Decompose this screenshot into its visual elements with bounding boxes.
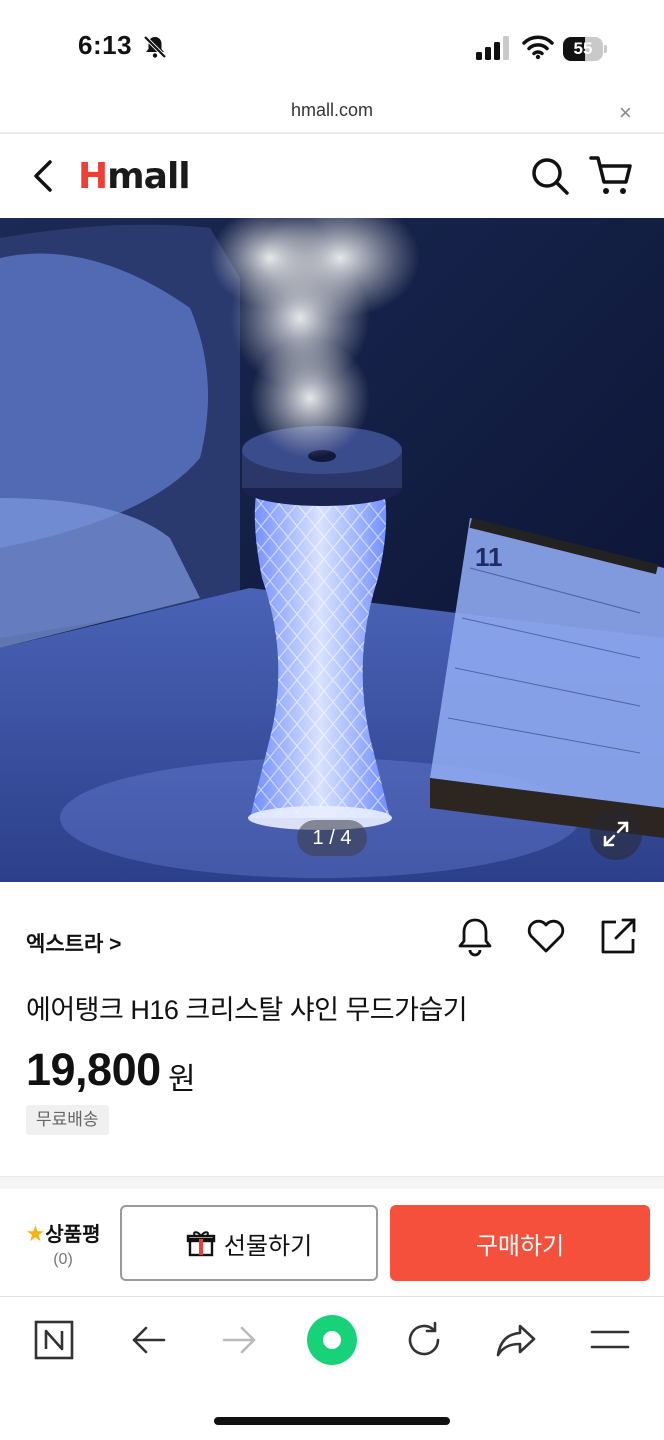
price-unit: 원	[168, 1063, 196, 1096]
back-icon[interactable]	[26, 156, 62, 196]
hmall-logo[interactable]: Hmall	[78, 156, 191, 197]
search-icon[interactable]	[528, 154, 572, 198]
bell-muted-icon	[143, 35, 167, 59]
image-pager: 1 / 4	[297, 820, 367, 856]
expand-icon[interactable]	[590, 808, 642, 860]
close-icon[interactable]: ×	[619, 100, 632, 126]
section-divider	[0, 1176, 664, 1189]
share-arrow-icon[interactable]	[494, 1318, 538, 1362]
battery-indicator: 55	[563, 37, 607, 61]
back-arrow-icon[interactable]	[126, 1318, 170, 1362]
forward-arrow-icon	[222, 1326, 256, 1354]
divider	[0, 132, 664, 134]
cart-icon[interactable]	[588, 152, 634, 198]
product-title: 에어탱크 H16 크리스탈 샤인 무드가습기	[26, 995, 468, 1025]
status-time: 6:13	[78, 30, 133, 60]
logo-h: H	[78, 156, 108, 197]
heart-icon[interactable]	[524, 914, 568, 958]
battery-percent: 55	[573, 39, 593, 58]
divider	[0, 1296, 664, 1297]
svg-text:11: 11	[475, 542, 503, 572]
humidifier-photo: 11	[0, 218, 664, 882]
review-label: 상품평	[45, 1224, 101, 1246]
signal-icon	[476, 36, 509, 60]
buy-label: 구매하기	[475, 1232, 565, 1260]
star-icon: ★	[25, 1221, 46, 1246]
product-image[interactable]: 11	[0, 218, 664, 882]
gift-icon	[186, 1231, 216, 1257]
gift-label: 선물하기	[223, 1232, 313, 1260]
share-icon[interactable]	[596, 914, 640, 958]
wifi-icon	[522, 35, 554, 60]
url-domain[interactable]: hmall.com	[0, 100, 664, 121]
shipping-badge: 무료배송	[26, 1105, 109, 1135]
review-count: (0)	[53, 1251, 73, 1268]
home-dot-icon[interactable]	[306, 1314, 358, 1366]
brand-link[interactable]: 엑스트라 >	[26, 928, 121, 958]
gift-button[interactable]: 선물하기	[120, 1205, 378, 1281]
logo-text: mall	[107, 156, 190, 197]
bell-icon[interactable]	[454, 914, 496, 958]
review-button[interactable]: ★상품평 (0)	[18, 1218, 108, 1269]
naver-n-icon[interactable]	[32, 1318, 76, 1362]
menu-icon[interactable]	[588, 1318, 632, 1362]
buy-button[interactable]: 구매하기	[390, 1205, 650, 1281]
home-indicator[interactable]	[214, 1417, 450, 1425]
reload-icon[interactable]	[402, 1318, 446, 1362]
product-price: 19,800	[26, 1044, 161, 1095]
